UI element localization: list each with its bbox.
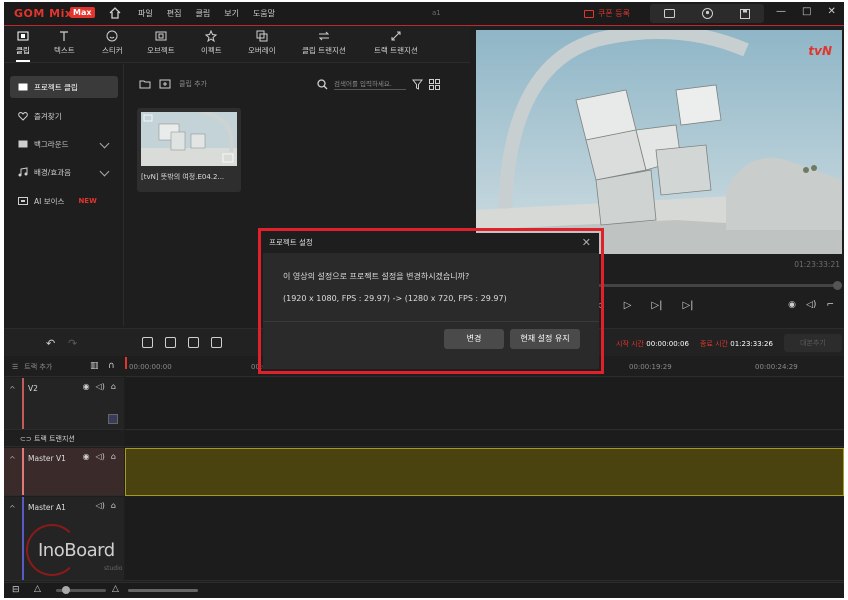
keep-settings-button[interactable]: 현재 설정 유지 <box>510 329 580 349</box>
project-settings-dialog: 프로젝트 설정 ✕ 이 영상의 설정으로 프로젝트 설정을 변경하시겠습니까? … <box>263 233 599 369</box>
dialog-divider <box>263 321 599 322</box>
close-icon[interactable]: ✕ <box>582 233 591 253</box>
dialog-header: 프로젝트 설정 ✕ <box>263 233 599 253</box>
dialog-overlay: 프로젝트 설정 ✕ 이 영상의 설정으로 프로젝트 설정을 변경하시겠습니까? … <box>0 0 848 600</box>
change-button[interactable]: 변경 <box>444 329 504 349</box>
dialog-message: 이 영상의 설정으로 프로젝트 설정을 변경하시겠습니까? <box>283 272 470 281</box>
dialog-title: 프로젝트 설정 <box>269 238 313 247</box>
dialog-detail: (1920 x 1080, FPS : 29.97) -> (1280 x 72… <box>283 294 507 303</box>
